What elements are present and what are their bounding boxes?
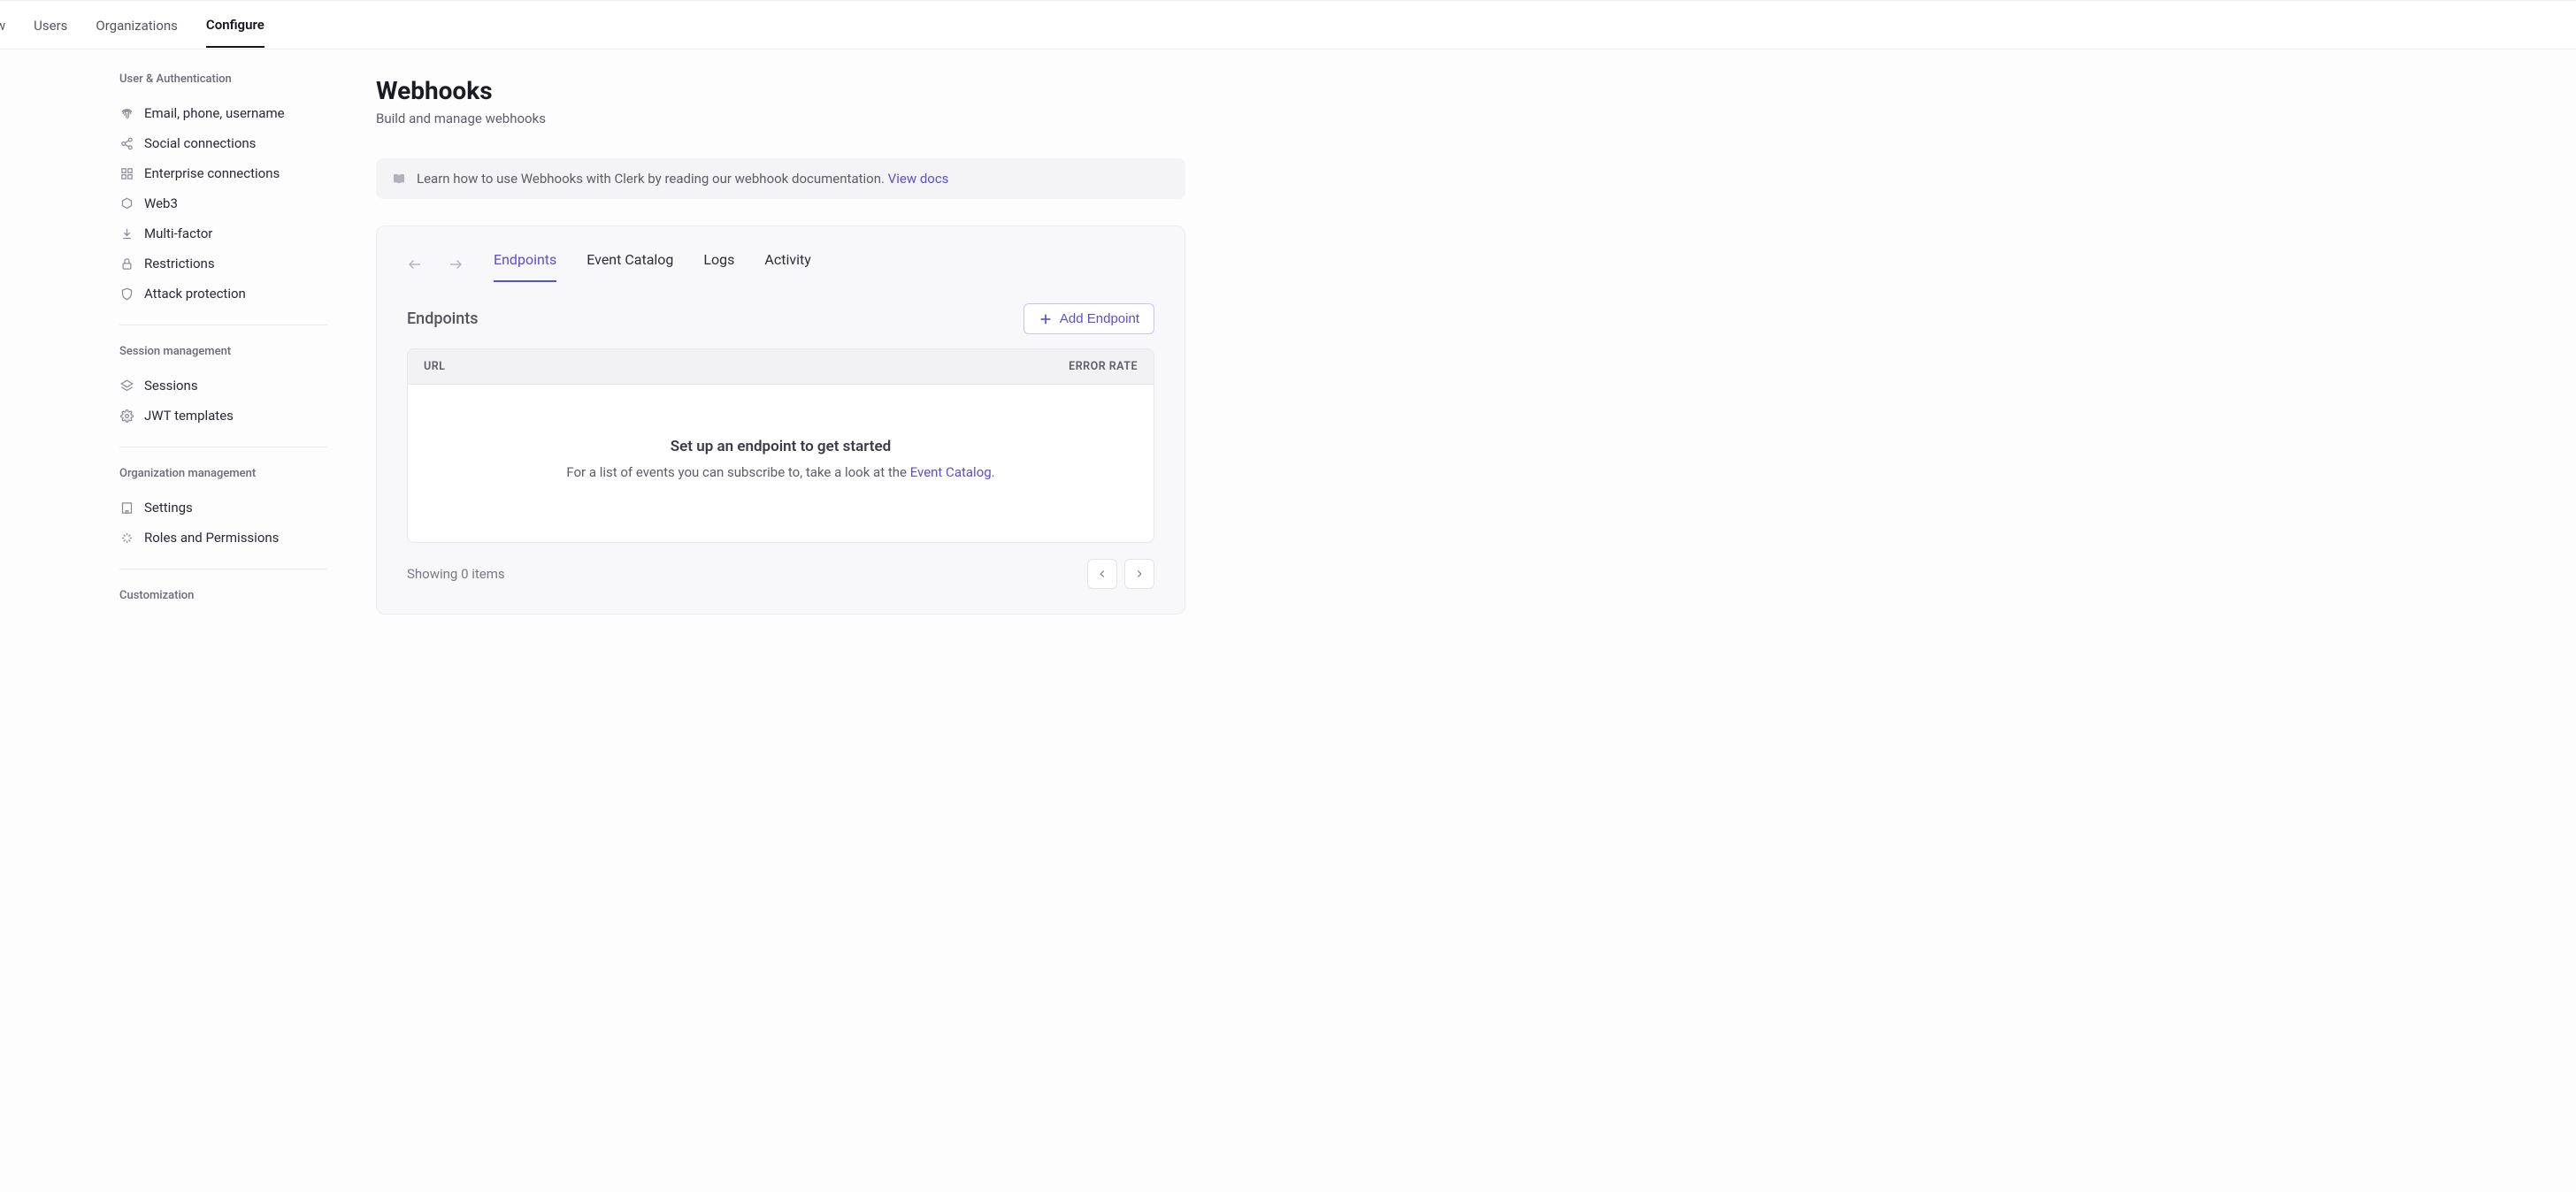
page-title: Webhooks: [376, 76, 1185, 105]
column-error-rate: ERROR RATE: [1069, 360, 1138, 373]
add-endpoint-label: Add Endpoint: [1060, 311, 1139, 326]
lock-icon: [119, 256, 134, 271]
view-docs-link[interactable]: View docs: [888, 171, 949, 187]
building-icon: [119, 500, 134, 515]
sidebar-item-attack-protection[interactable]: Attack protection: [119, 279, 327, 309]
sidebar-section-title: Customization: [119, 589, 327, 602]
share-icon: [119, 136, 134, 150]
sidebar-item-label: Enterprise connections: [144, 165, 280, 181]
sidebar-item-enterprise-connections[interactable]: Enterprise connections: [119, 158, 327, 188]
panel-tab-row: Endpoints Event Catalog Logs Activity: [407, 246, 1154, 282]
sidebar-item-label: Multi-factor: [144, 225, 212, 241]
sidebar-item-label: Sessions: [144, 378, 198, 394]
empty-state: Set up an endpoint to get started For a …: [408, 385, 1154, 542]
plus-icon: [1039, 312, 1053, 326]
sidebar-section-title: Session management: [119, 345, 327, 358]
sidebar-item-label: Web3: [144, 195, 178, 211]
download-icon: [119, 226, 134, 241]
sidebar: User & Authentication Email, phone, user…: [0, 50, 327, 650]
layers-icon: [119, 378, 134, 393]
sidebar-item-sessions[interactable]: Sessions: [119, 371, 327, 401]
topnav-tab[interactable]: Users: [34, 3, 67, 48]
banner-text: Learn how to use Webhooks with Clerk by …: [417, 171, 948, 187]
showing-count: Showing 0 items: [407, 566, 505, 582]
endpoints-table: URL ERROR RATE Set up an endpoint to get…: [407, 348, 1154, 543]
gear-icon: [119, 409, 134, 423]
column-url: URL: [424, 360, 445, 373]
nav-forward-icon[interactable]: [448, 256, 464, 272]
topnav-tab-configure[interactable]: Configure: [206, 2, 264, 48]
fingerprint-icon: [119, 106, 134, 120]
panel-tab-endpoints[interactable]: Endpoints: [494, 246, 556, 282]
hexagon-icon: [119, 196, 134, 210]
sidebar-section-title: User & Authentication: [119, 73, 327, 86]
sidebar-item-label: Social connections: [144, 135, 256, 151]
page-prev-button[interactable]: [1087, 559, 1117, 589]
page-next-button[interactable]: [1124, 559, 1154, 589]
panel-tab-logs[interactable]: Logs: [703, 246, 734, 282]
docs-banner: Learn how to use Webhooks with Clerk by …: [376, 158, 1185, 199]
pagination: [1087, 559, 1154, 589]
sidebar-item-roles-permissions[interactable]: Roles and Permissions: [119, 523, 327, 553]
sidebar-item-email-phone-username[interactable]: Email, phone, username: [119, 98, 327, 128]
sidebar-item-settings[interactable]: Settings: [119, 493, 327, 523]
shield-icon: [119, 287, 134, 301]
book-icon: [392, 172, 406, 186]
sidebar-section-title: Organization management: [119, 467, 327, 480]
sidebar-item-social-connections[interactable]: Social connections: [119, 128, 327, 158]
sidebar-item-label: Restrictions: [144, 256, 215, 271]
sidebar-item-multi-factor[interactable]: Multi-factor: [119, 218, 327, 248]
webhooks-panel: Endpoints Event Catalog Logs Activity En…: [376, 225, 1185, 615]
sidebar-item-label: Attack protection: [144, 286, 246, 302]
sidebar-item-label: Roles and Permissions: [144, 530, 279, 546]
sidebar-item-restrictions[interactable]: Restrictions: [119, 248, 327, 279]
panel-tab-activity[interactable]: Activity: [764, 246, 810, 282]
sidebar-item-label: Settings: [144, 500, 193, 516]
event-catalog-link[interactable]: Event Catalog: [910, 464, 992, 480]
topnav-tab[interactable]: view: [0, 3, 5, 48]
sidebar-item-label: JWT templates: [144, 408, 234, 424]
panel-subtitle: Endpoints: [407, 309, 479, 328]
sparkle-icon: [119, 531, 134, 545]
sidebar-item-label: Email, phone, username: [144, 105, 285, 121]
sidebar-item-web3[interactable]: Web3: [119, 188, 327, 218]
empty-state-desc: For a list of events you can subscribe t…: [426, 464, 1136, 480]
add-endpoint-button[interactable]: Add Endpoint: [1024, 303, 1154, 334]
main-content: Webhooks Build and manage webhooks Learn…: [327, 50, 1221, 650]
topnav-tab[interactable]: Organizations: [96, 3, 178, 48]
grid-icon: [119, 166, 134, 180]
empty-state-title: Set up an endpoint to get started: [426, 438, 1136, 455]
table-header: URL ERROR RATE: [408, 349, 1154, 385]
sidebar-item-jwt-templates[interactable]: JWT templates: [119, 401, 327, 431]
nav-back-icon[interactable]: [407, 256, 423, 272]
top-navbar: view Users Organizations Configure: [0, 0, 2576, 50]
page-subtitle: Build and manage webhooks: [376, 111, 1185, 126]
panel-tab-event-catalog[interactable]: Event Catalog: [586, 246, 673, 282]
